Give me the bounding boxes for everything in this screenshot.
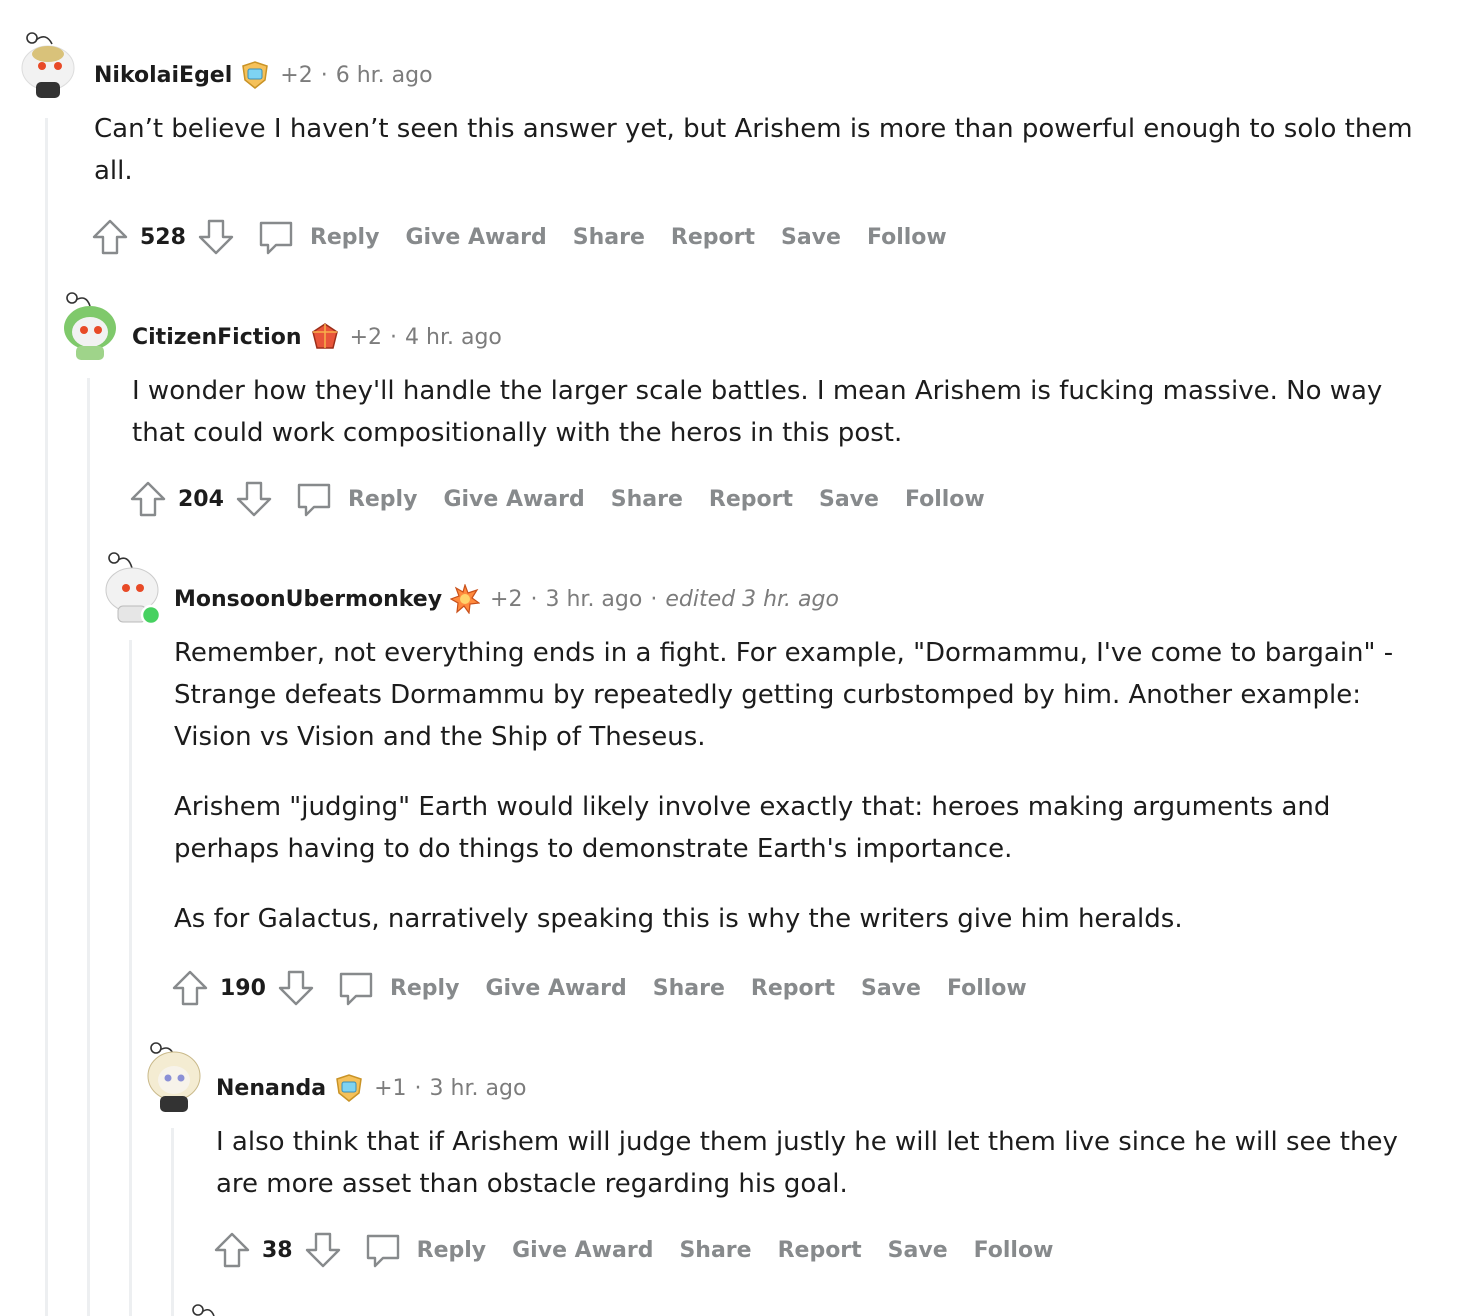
separator-dot: · bbox=[530, 586, 538, 612]
save-button[interactable]: Save bbox=[888, 1238, 948, 1263]
separator-dot: · bbox=[320, 62, 328, 88]
upvote-icon[interactable] bbox=[128, 479, 168, 519]
karma: +2 bbox=[490, 586, 523, 612]
thread-line[interactable] bbox=[45, 118, 48, 1316]
report-button[interactable]: Report bbox=[778, 1238, 862, 1263]
username[interactable]: CitizenFiction bbox=[132, 325, 302, 350]
karma: +1 bbox=[374, 1075, 407, 1101]
thread-line[interactable] bbox=[129, 640, 132, 1316]
separator-dot: · bbox=[390, 324, 398, 350]
save-button[interactable]: Save bbox=[819, 487, 879, 512]
timestamp[interactable]: 4 hr. ago bbox=[405, 325, 502, 350]
reply-button[interactable]: Reply bbox=[363, 1230, 487, 1270]
give-award-button[interactable]: Give Award bbox=[485, 976, 626, 1001]
thread-line[interactable] bbox=[87, 378, 90, 1316]
comment-paragraph: As for Galactus, narratively speaking th… bbox=[174, 904, 1183, 934]
vote-score: 38 bbox=[262, 1237, 293, 1263]
award-badge-icon[interactable] bbox=[240, 60, 270, 90]
vote-score: 204 bbox=[178, 486, 224, 512]
downvote-icon[interactable] bbox=[196, 217, 236, 257]
separator-dot: · bbox=[650, 586, 658, 612]
comment-paragraph: I also think that if Arishem will judge … bbox=[216, 1127, 1398, 1199]
follow-button[interactable]: Follow bbox=[947, 976, 1027, 1001]
timestamp[interactable]: 6 hr. ago bbox=[336, 63, 433, 88]
award-burst-icon[interactable] bbox=[449, 583, 481, 615]
reply-label: Reply bbox=[389, 975, 460, 1001]
comment-paragraph: I wonder how they'll handle the larger s… bbox=[132, 376, 1383, 448]
comment-actions: 204 Reply Give Award Share Report Save F… bbox=[128, 479, 1011, 519]
comment-bubble-icon bbox=[339, 972, 373, 1006]
edited-label: edited 3 hr. ago bbox=[665, 586, 839, 612]
upvote-icon[interactable] bbox=[212, 1230, 252, 1270]
vote-score: 190 bbox=[220, 975, 266, 1001]
comment-paragraph: Arishem "judging" Earth would likely inv… bbox=[174, 792, 1331, 864]
share-button[interactable]: Share bbox=[611, 487, 683, 512]
username[interactable]: Nenanda bbox=[216, 1076, 326, 1101]
reply-button[interactable]: Reply bbox=[294, 479, 418, 519]
reply-label: Reply bbox=[416, 1237, 487, 1263]
share-button[interactable]: Share bbox=[653, 976, 725, 1001]
avatar[interactable] bbox=[60, 292, 116, 360]
comment-bubble-icon bbox=[297, 483, 331, 517]
report-button[interactable]: Report bbox=[751, 976, 835, 1001]
report-button[interactable]: Report bbox=[709, 487, 793, 512]
comment-body: I wonder how they'll handle the larger s… bbox=[132, 370, 1418, 482]
downvote-icon[interactable] bbox=[303, 1230, 343, 1270]
timestamp[interactable]: 3 hr. ago bbox=[545, 587, 642, 612]
share-button[interactable]: Share bbox=[679, 1238, 751, 1263]
thread-line[interactable] bbox=[171, 1128, 174, 1316]
give-award-button[interactable]: Give Award bbox=[405, 225, 546, 250]
username[interactable]: NikolaiEgel bbox=[94, 63, 232, 88]
comment-body: Remember, not everything ends in a fight… bbox=[174, 632, 1418, 968]
comment-paragraph: Can’t believe I haven’t seen this answer… bbox=[94, 114, 1413, 186]
follow-button[interactable]: Follow bbox=[867, 225, 947, 250]
reply-label: Reply bbox=[309, 224, 380, 250]
avatar[interactable] bbox=[144, 1042, 201, 1112]
vote-score: 528 bbox=[140, 224, 186, 250]
comment-body: Can’t believe I haven’t seen this answer… bbox=[94, 108, 1418, 220]
timestamp[interactable]: 3 hr. ago bbox=[430, 1076, 527, 1101]
karma: +2 bbox=[349, 324, 383, 350]
follow-button[interactable]: Follow bbox=[905, 487, 985, 512]
username[interactable]: MonsoonUbermonkey bbox=[174, 587, 442, 612]
comment-bubble-icon bbox=[366, 1234, 399, 1268]
avatar[interactable] bbox=[18, 30, 75, 98]
save-button[interactable]: Save bbox=[861, 976, 921, 1001]
downvote-icon[interactable] bbox=[234, 479, 274, 519]
avatar-partial[interactable] bbox=[186, 1300, 226, 1316]
report-button[interactable]: Report bbox=[671, 225, 755, 250]
follow-button[interactable]: Follow bbox=[974, 1238, 1054, 1263]
reply-button[interactable]: Reply bbox=[256, 217, 380, 257]
karma: +2 bbox=[280, 62, 313, 88]
comment-actions: 38 Reply Give Award Share Report Save Fo… bbox=[212, 1230, 1079, 1270]
comment-body: I also think that if Arishem will judge … bbox=[216, 1121, 1418, 1233]
award-badge-icon[interactable] bbox=[334, 1073, 364, 1103]
comment-actions: 190 Reply Give Award Share Report Save F… bbox=[170, 968, 1053, 1008]
reply-button[interactable]: Reply bbox=[336, 968, 460, 1008]
save-button[interactable]: Save bbox=[781, 225, 841, 250]
comment-paragraph: Remember, not everything ends in a fight… bbox=[174, 638, 1394, 752]
upvote-icon[interactable] bbox=[170, 968, 210, 1008]
upvote-icon[interactable] bbox=[90, 217, 130, 257]
give-award-button[interactable]: Give Award bbox=[443, 487, 584, 512]
award-gem-icon[interactable] bbox=[310, 322, 340, 352]
separator-dot: · bbox=[414, 1075, 422, 1101]
avatar[interactable] bbox=[102, 552, 162, 626]
share-button[interactable]: Share bbox=[573, 225, 645, 250]
comment-bubble-icon bbox=[259, 221, 293, 255]
downvote-icon[interactable] bbox=[276, 968, 316, 1008]
reply-label: Reply bbox=[347, 486, 418, 512]
give-award-button[interactable]: Give Award bbox=[512, 1238, 653, 1263]
comment-actions: 528 Reply Give Award Share Report Save F… bbox=[90, 217, 973, 257]
